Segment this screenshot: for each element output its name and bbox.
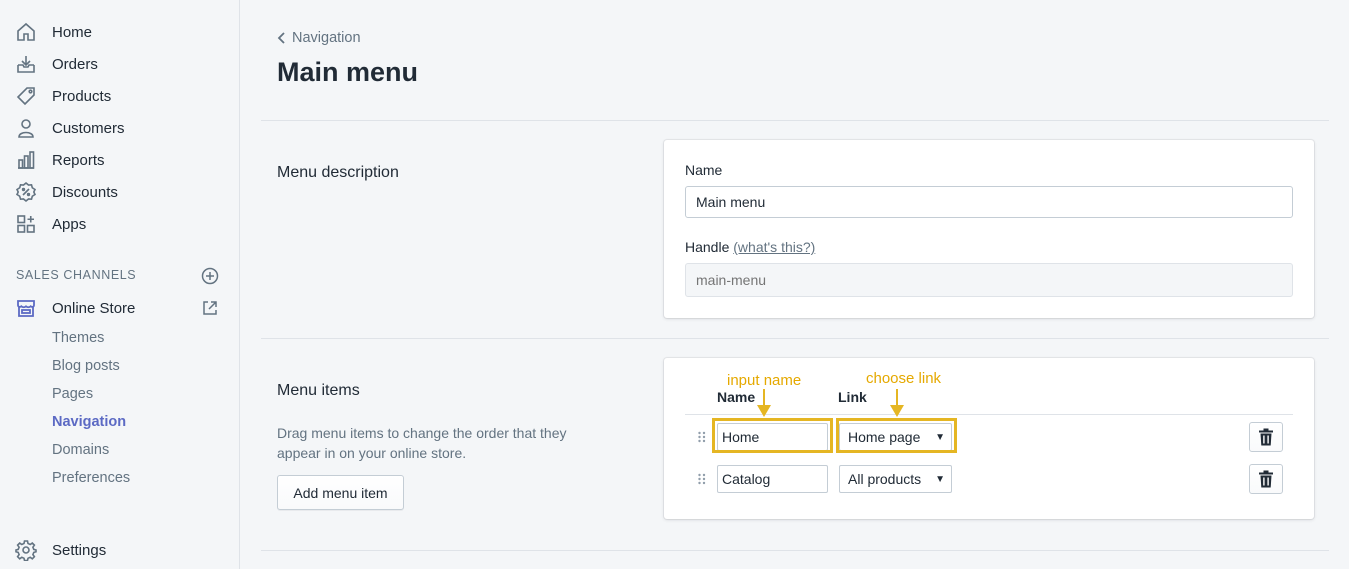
sidebar-subitem-navigation[interactable]: Navigation bbox=[52, 414, 126, 430]
sidebar-item-orders[interactable]: Orders bbox=[14, 50, 224, 78]
arrow-down-icon bbox=[757, 389, 771, 417]
trash-icon bbox=[1259, 428, 1273, 446]
chevron-left-icon bbox=[277, 32, 285, 44]
annotation-input-name: input name bbox=[727, 372, 802, 389]
sidebar-item-label: Online Store bbox=[52, 299, 136, 317]
menu-item-link-select[interactable]: All products ▼ bbox=[839, 465, 952, 493]
sidebar-item-products[interactable]: Products bbox=[14, 82, 224, 110]
menu-description-title: Menu description bbox=[277, 164, 399, 181]
sidebar-subitem-pages[interactable]: Pages bbox=[52, 386, 93, 402]
sidebar-item-settings[interactable]: Settings bbox=[14, 536, 224, 564]
menu-items-description: Drag menu items to change the order that… bbox=[277, 425, 567, 461]
menu-items-title: Menu items bbox=[277, 382, 360, 399]
caret-down-icon: ▼ bbox=[935, 473, 945, 485]
sidebar-item-label: Discounts bbox=[52, 183, 118, 201]
column-header-link: Link bbox=[838, 389, 867, 405]
breadcrumb[interactable]: Navigation bbox=[276, 30, 361, 46]
sidebar-item-label: Reports bbox=[52, 151, 105, 169]
divider bbox=[261, 338, 1329, 339]
handle-input[interactable] bbox=[685, 263, 1293, 297]
caret-down-icon: ▼ bbox=[935, 431, 945, 443]
menu-name-input[interactable] bbox=[685, 186, 1293, 218]
sales-channels-heading: SALES CHANNELS bbox=[16, 268, 137, 282]
menu-item-name-input[interactable] bbox=[717, 423, 828, 451]
divider bbox=[261, 550, 1329, 551]
column-header-name: Name bbox=[717, 389, 756, 405]
sidebar-item-label: Apps bbox=[52, 215, 87, 233]
person-icon bbox=[14, 116, 38, 140]
row-divider bbox=[685, 414, 1293, 415]
sidebar-item-discounts[interactable]: Discounts bbox=[14, 178, 224, 206]
menu-item-link-select[interactable]: Home page ▼ bbox=[839, 423, 952, 451]
tag-icon bbox=[14, 84, 38, 108]
select-value: All products bbox=[848, 471, 922, 487]
sidebar-subitem-themes[interactable]: Themes bbox=[52, 330, 104, 346]
handle-label: Handle (what's this?) bbox=[685, 239, 815, 255]
external-link-icon[interactable] bbox=[201, 299, 219, 317]
menu-item-name-input[interactable] bbox=[717, 465, 828, 493]
apps-icon bbox=[14, 212, 38, 236]
delete-item-button[interactable] bbox=[1249, 464, 1283, 494]
sidebar: Home Orders Products Customers Reports D… bbox=[0, 0, 240, 569]
sidebar-subitem-preferences[interactable]: Preferences bbox=[52, 470, 130, 486]
handle-help-link[interactable]: (what's this?) bbox=[733, 239, 815, 255]
handle-label-text: Handle bbox=[685, 239, 730, 255]
sidebar-item-online-store[interactable]: Online Store bbox=[14, 294, 224, 322]
bar-chart-icon bbox=[14, 148, 38, 172]
divider bbox=[261, 120, 1329, 121]
sidebar-item-apps[interactable]: Apps bbox=[14, 210, 224, 238]
delete-item-button[interactable] bbox=[1249, 422, 1283, 452]
sidebar-item-label: Home bbox=[52, 23, 93, 41]
page-title: Main menu bbox=[277, 57, 419, 87]
sidebar-item-label: Orders bbox=[52, 55, 98, 73]
select-value: Home page bbox=[848, 429, 921, 445]
sidebar-item-customers[interactable]: Customers bbox=[14, 114, 224, 142]
drag-handle-icon[interactable] bbox=[697, 431, 707, 443]
sidebar-item-reports[interactable]: Reports bbox=[14, 146, 224, 174]
drag-handle-icon[interactable] bbox=[697, 473, 707, 485]
add-channel-icon[interactable] bbox=[201, 267, 219, 285]
home-icon bbox=[14, 20, 38, 44]
trash-icon bbox=[1259, 470, 1273, 488]
store-icon bbox=[14, 296, 38, 320]
add-menu-item-button[interactable]: Add menu item bbox=[277, 475, 404, 510]
sidebar-subitem-domains[interactable]: Domains bbox=[52, 442, 109, 458]
discount-icon bbox=[14, 180, 38, 204]
annotation-choose-link: choose link bbox=[866, 370, 942, 387]
orders-icon bbox=[14, 52, 38, 76]
breadcrumb-label: Navigation bbox=[292, 30, 361, 46]
arrow-down-icon bbox=[890, 389, 904, 417]
name-label: Name bbox=[685, 162, 723, 178]
sidebar-subitem-blog-posts[interactable]: Blog posts bbox=[52, 358, 120, 374]
sidebar-item-label: Products bbox=[52, 87, 112, 105]
sidebar-item-home[interactable]: Home bbox=[14, 18, 224, 46]
sidebar-item-label: Customers bbox=[52, 119, 125, 137]
sidebar-item-label: Settings bbox=[52, 541, 107, 559]
gear-icon bbox=[14, 538, 38, 562]
